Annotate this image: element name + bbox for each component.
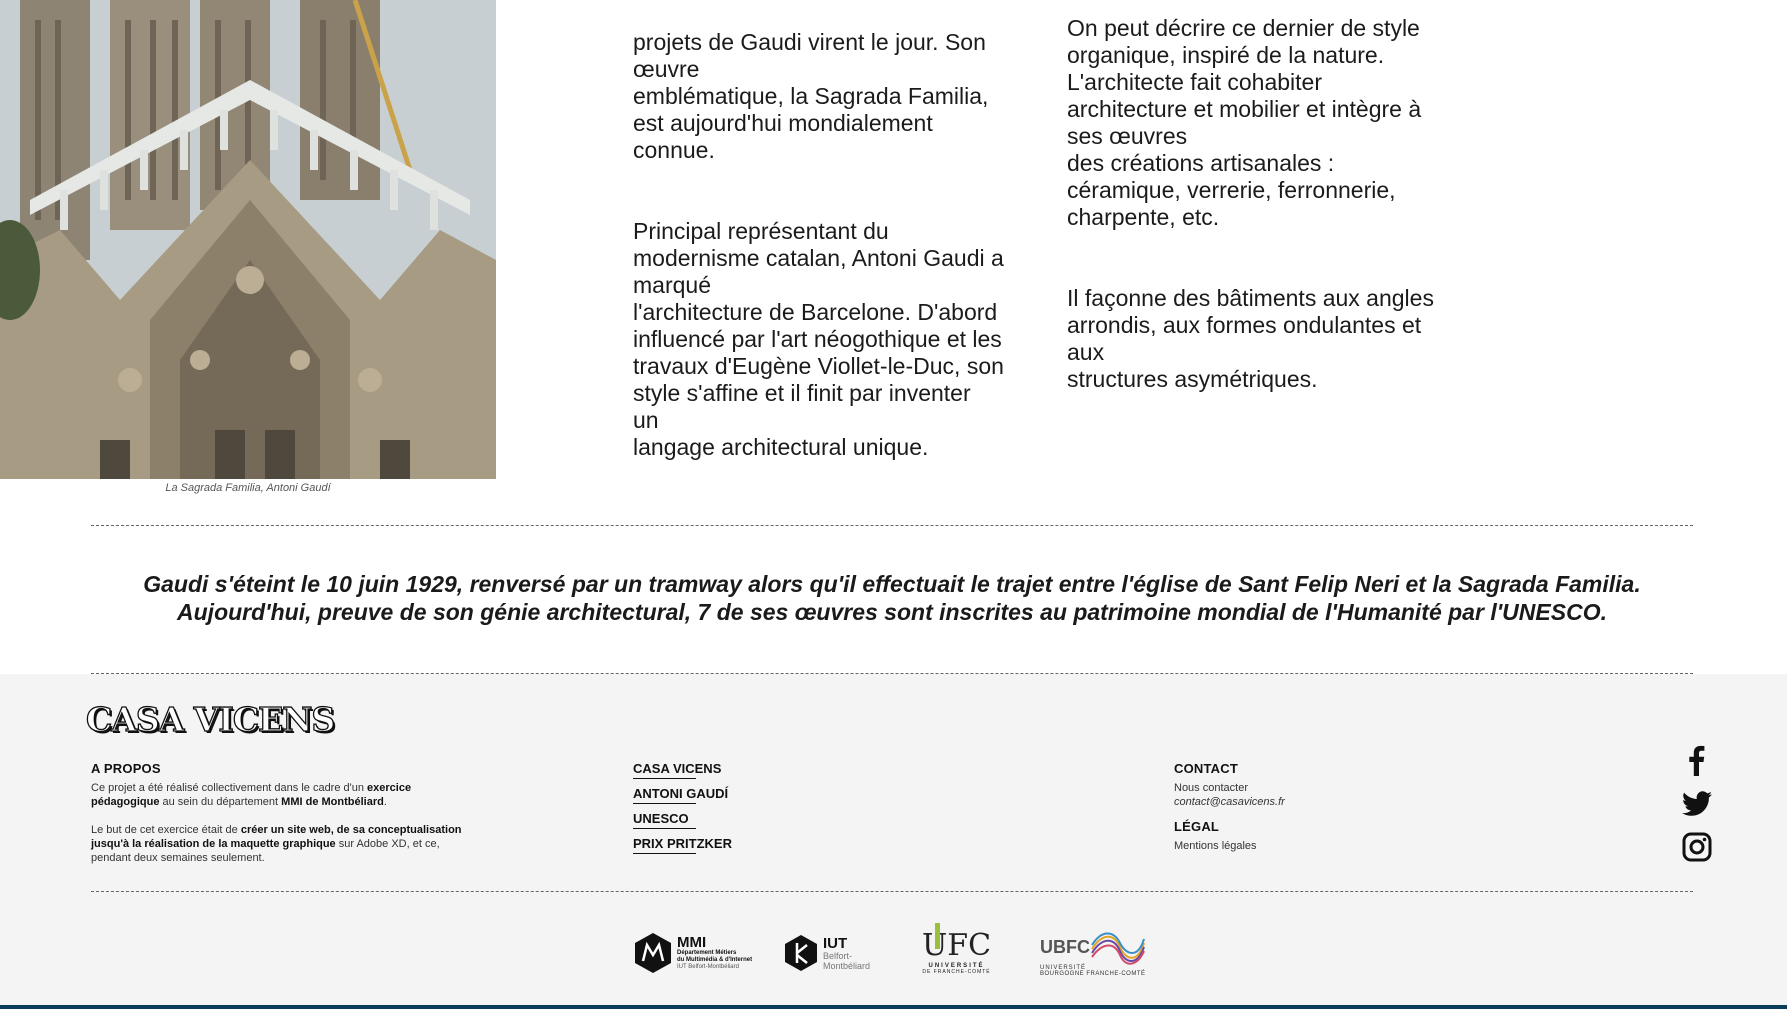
bottom-edge bbox=[0, 1005, 1787, 1009]
sagrada-familia-photo bbox=[0, 0, 496, 479]
cathedral-illustration bbox=[0, 0, 496, 479]
mmi-logo[interactable]: MMI Département Métiers du Multimédia & … bbox=[633, 918, 752, 988]
ubfc-waves-icon bbox=[1091, 932, 1145, 965]
paragraph: On peut décrire ce dernier de style orga… bbox=[1067, 15, 1422, 230]
instagram-icon[interactable] bbox=[1681, 831, 1713, 863]
iut-emblem-icon bbox=[785, 935, 817, 971]
mmi-emblem-icon bbox=[635, 933, 671, 973]
casa-vicens-logo[interactable]: CASA VICENS bbox=[85, 699, 336, 739]
iut-logo[interactable]: IUT Belfort- Montbéliard bbox=[783, 918, 870, 988]
ubfc-title: UBFC bbox=[1040, 936, 1090, 957]
legal-notice-link[interactable]: Mentions légales bbox=[1174, 839, 1257, 853]
about-paragraph-1: Ce projet a été réalisé collectivement d… bbox=[91, 782, 412, 808]
paragraph: projets de Gaudi virent le jour. Son œuv… bbox=[633, 29, 989, 163]
dashed-divider bbox=[91, 525, 1693, 526]
ufc-title: UFC bbox=[922, 928, 992, 963]
iut-sub1: Belfort- bbox=[823, 950, 853, 961]
iut-sub2: Montbéliard bbox=[823, 960, 871, 971]
mmi-sub1: Département Métiers bbox=[677, 950, 737, 956]
about-paragraph-2: Le but de cet exercice était de créer un… bbox=[91, 824, 462, 864]
mmi-sub3: IUT Belfort-Montbéliard bbox=[677, 964, 739, 970]
footer-link-casa-vicens[interactable]: CASA VICENS bbox=[633, 761, 721, 779]
text-column-1: projets de Gaudi virent le jour. Son œuv… bbox=[633, 2, 1023, 515]
quote-line: Aujourd'hui, preuve de son génie archite… bbox=[177, 599, 1607, 625]
ubfc-logo[interactable]: UBFC UNIVERSITÉ BOURGOGNE FRANCHE-COMTÉ bbox=[1040, 918, 1146, 988]
dashed-divider bbox=[91, 673, 1693, 674]
dashed-divider bbox=[91, 891, 1693, 892]
photo-caption: La Sagrada Familia, Antoni Gaudí bbox=[165, 482, 331, 494]
ubfc-sub2: BOURGOGNE FRANCHE-COMTÉ bbox=[1040, 971, 1146, 977]
contact-label: Nous contacter bbox=[1174, 782, 1248, 794]
ufc-sub2: DE FRANCHE-COMTÉ bbox=[922, 969, 991, 975]
facebook-icon[interactable] bbox=[1681, 744, 1713, 776]
footer-link-antoni-gaudi[interactable]: ANTONI GAUDÍ bbox=[633, 786, 728, 804]
legal-heading: LÉGAL bbox=[1174, 819, 1220, 834]
text-column-2: On peut décrire ce dernier de style orga… bbox=[1067, 0, 1467, 447]
closing-quote: Gaudi s'éteint le 10 juin 1929, renversé… bbox=[91, 570, 1693, 626]
paragraph: Il façonne des bâtiments aux angles arro… bbox=[1067, 285, 1434, 392]
paragraph: Principal représentant du modernisme cat… bbox=[633, 218, 1004, 460]
iut-title: IUT bbox=[823, 934, 848, 952]
footer-link-unesco[interactable]: UNESCO bbox=[633, 811, 696, 829]
quote-line: Gaudi s'éteint le 10 juin 1929, renversé… bbox=[143, 571, 1641, 597]
mmi-sub2: du Multimédia & d'Internet bbox=[677, 957, 753, 963]
contact-heading: CONTACT bbox=[1174, 761, 1238, 776]
footer-link-prix-pritzker[interactable]: PRIX PRITZKER bbox=[633, 836, 732, 854]
ufc-logo[interactable]: UFC UNIVERSITÉ DE FRANCHE-COMTÉ bbox=[922, 918, 991, 988]
contact-email-link[interactable]: contact@casavicens.fr bbox=[1174, 795, 1285, 809]
about-heading: A PROPOS bbox=[91, 761, 161, 776]
ufc-accent-bar bbox=[935, 923, 940, 949]
mmi-title: MMI bbox=[677, 934, 707, 951]
twitter-icon[interactable] bbox=[1681, 787, 1713, 819]
